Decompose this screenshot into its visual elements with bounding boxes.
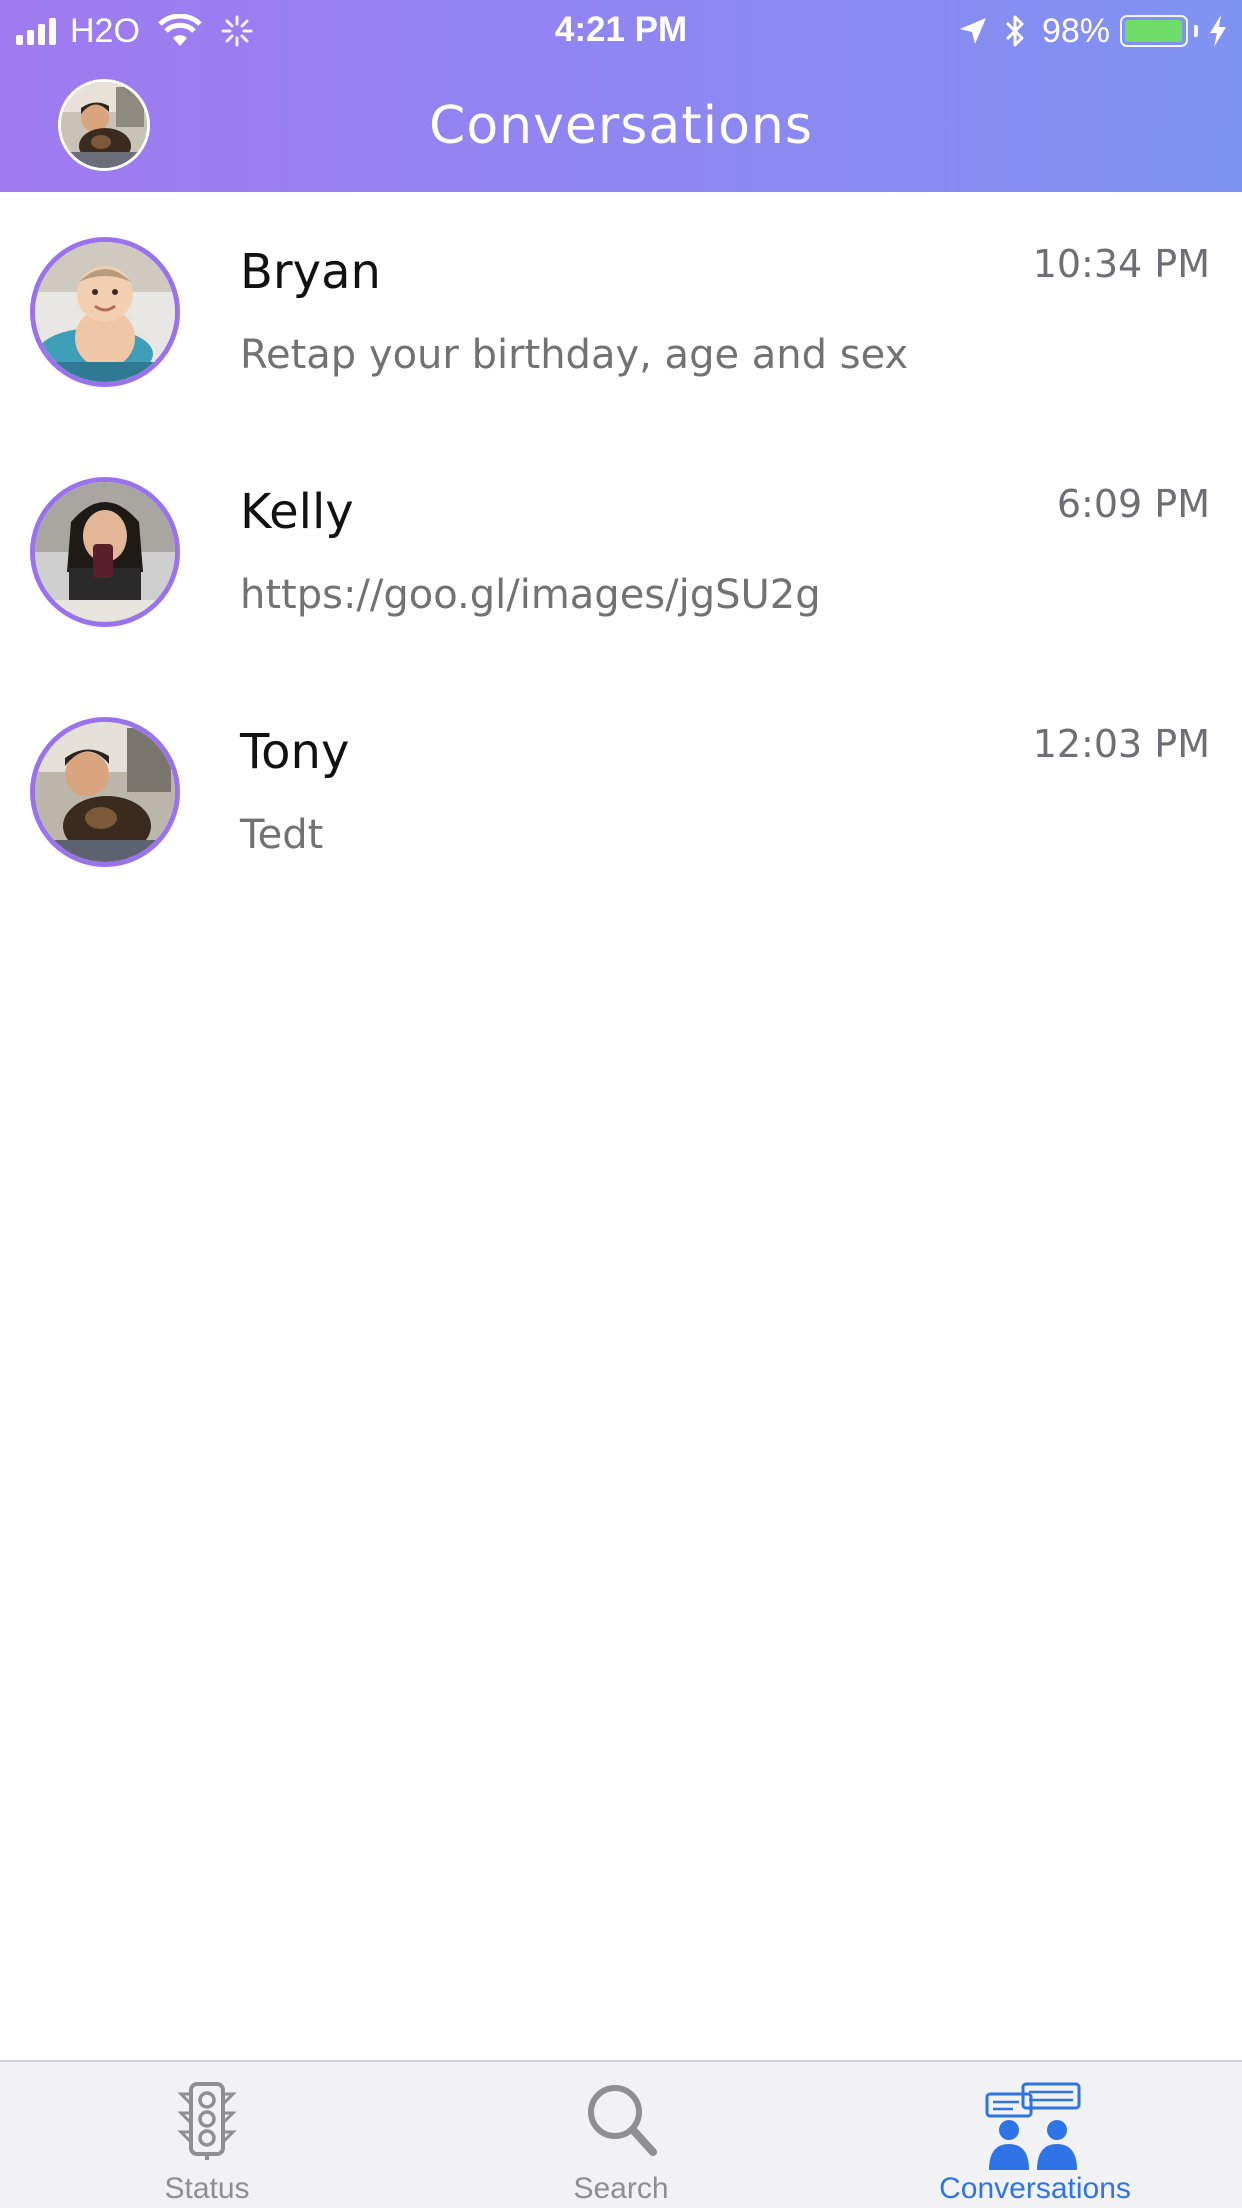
- conversations-screen: H2O 4:21 PM 98% Conversations Bryan 10:3…: [0, 0, 1242, 2208]
- battery-cap: [1194, 25, 1198, 37]
- message-preview: Retap your birthday, age and sex: [240, 332, 909, 378]
- avatar: [30, 477, 180, 627]
- contact-name: Bryan: [240, 244, 381, 300]
- battery-percent: 98%: [1041, 11, 1110, 50]
- traffic-light-icon: [177, 2082, 237, 2160]
- message-preview: Tedt: [240, 812, 324, 858]
- avatar-image: [35, 722, 175, 862]
- status-bar-right: 98%: [958, 10, 1228, 52]
- avatar: [30, 237, 180, 387]
- conversations-icon: [985, 2082, 1081, 2170]
- battery-icon: [1120, 15, 1188, 47]
- conversation-row[interactable]: Tony 12:03 PM Tedt: [0, 672, 1242, 912]
- message-time: 12:03 PM: [1032, 722, 1210, 766]
- conversation-list: Bryan 10:34 PM Retap your birthday, age …: [0, 192, 1242, 912]
- nav-bar: Conversations: [0, 60, 1242, 192]
- tab-conversations-label: Conversations: [939, 2172, 1131, 2205]
- search-icon: [588, 2085, 657, 2156]
- conversation-row[interactable]: Bryan 10:34 PM Retap your birthday, age …: [0, 192, 1242, 432]
- message-preview: https://goo.gl/images/jgSU2g: [240, 572, 821, 618]
- tab-search[interactable]: Search: [414, 2062, 828, 2208]
- location-arrow-icon: [959, 18, 986, 44]
- status-bar: H2O 4:21 PM 98%: [0, 0, 1242, 60]
- header: H2O 4:21 PM 98% Conversations: [0, 0, 1242, 192]
- avatar-image: [35, 482, 175, 622]
- tab-conversations[interactable]: Conversations: [828, 2062, 1242, 2208]
- charging-bolt-icon: [1210, 15, 1226, 47]
- avatar: [30, 717, 180, 867]
- tab-status-label: Status: [164, 2172, 250, 2205]
- tab-bar: Status Search Conversations: [0, 2060, 1242, 2208]
- contact-name: Kelly: [240, 484, 354, 540]
- tab-status[interactable]: Status: [0, 2062, 414, 2208]
- avatar-image: [35, 242, 175, 382]
- conversation-row[interactable]: Kelly 6:09 PM https://goo.gl/images/jgSU…: [0, 432, 1242, 672]
- contact-name: Tony: [240, 724, 350, 780]
- message-time: 10:34 PM: [1032, 242, 1210, 286]
- page-title: Conversations: [429, 96, 813, 156]
- bluetooth-icon: [1005, 15, 1024, 47]
- message-time: 6:09 PM: [1056, 482, 1210, 526]
- tab-search-label: Search: [573, 2172, 669, 2205]
- battery-fill: [1125, 20, 1182, 42]
